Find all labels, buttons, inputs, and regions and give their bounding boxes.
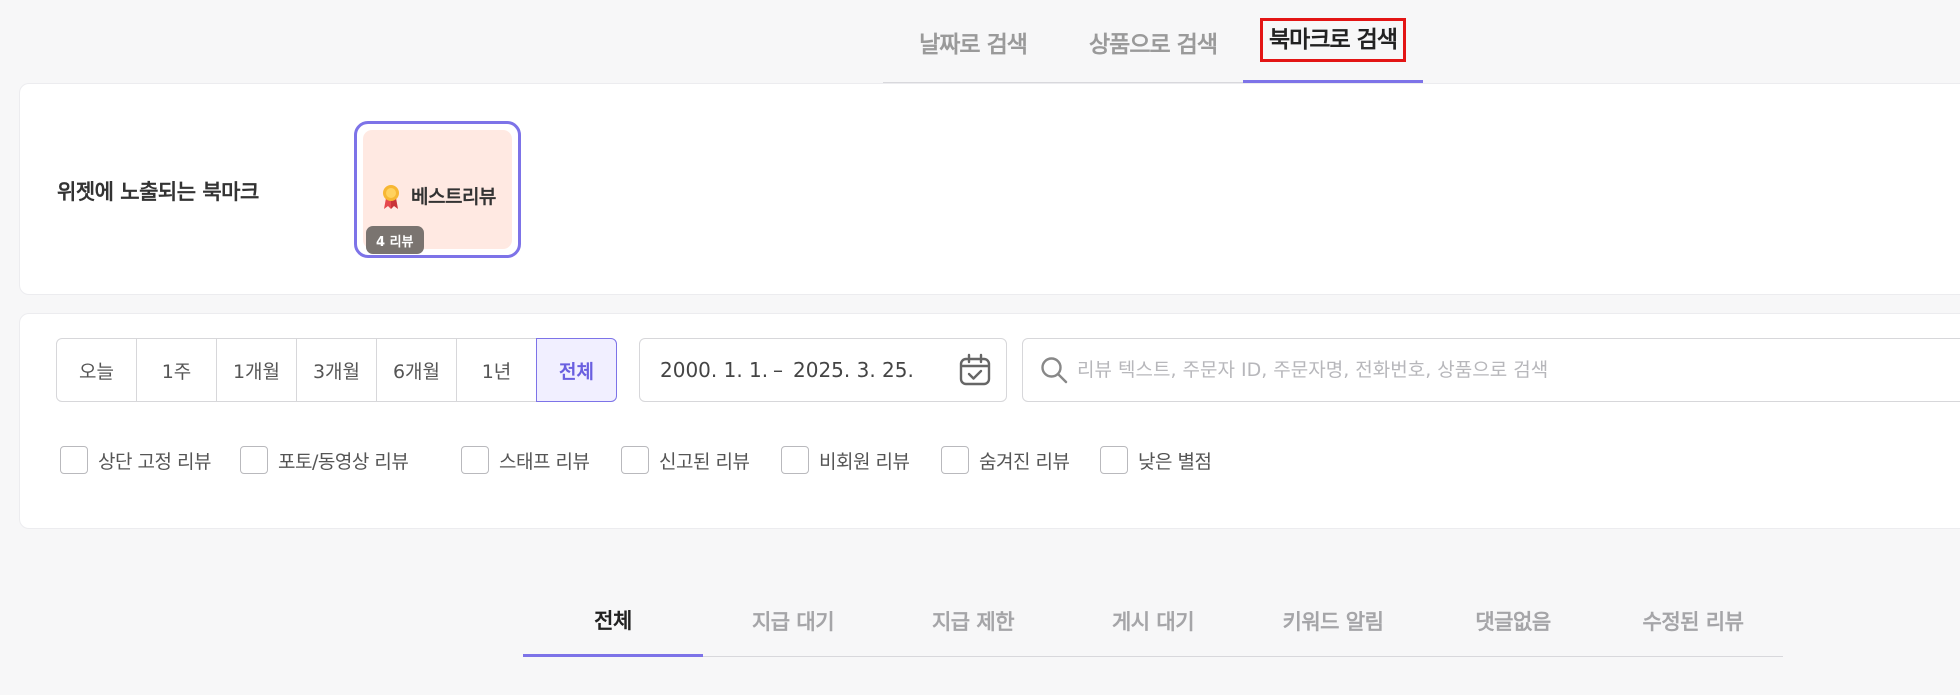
checkbox[interactable] [240,446,268,474]
checkbox[interactable] [781,446,809,474]
search-mode-tabs: 날짜로 검색 상품으로 검색 북마크로 검색 [883,0,1423,83]
checkbox-label: 상단 고정 리뷰 [98,450,211,473]
date-separator: – [773,358,783,382]
period-1month-button[interactable]: 1개월 [216,338,297,402]
checkbox-label: 비회원 리뷰 [819,450,910,473]
checkbox[interactable] [621,446,649,474]
period-3months-button[interactable]: 3개월 [296,338,377,402]
bookmark-section-label: 위젯에 노출되는 북마크 [57,180,259,204]
tab-posting-pending[interactable]: 게시 대기 [1063,585,1243,657]
checkbox[interactable] [941,446,969,474]
calendar-icon[interactable] [958,353,992,387]
filter-pinned-review[interactable]: 상단 고정 리뷰 [60,446,211,474]
tab-bookmark-search[interactable]: 북마크로 검색 [1243,0,1423,83]
tab-no-reply[interactable]: 댓글없음 [1423,585,1603,657]
date-range-picker[interactable]: 2000. 1. 1. – 2025. 3. 25. [639,338,1007,402]
medal-icon [383,185,399,209]
filter-hidden-review[interactable]: 숨겨진 리뷰 [941,446,1070,474]
tab-keyword-alert[interactable]: 키워드 알림 [1243,585,1423,657]
checkbox-label: 신고된 리뷰 [659,450,750,473]
filter-staff-review[interactable]: 스태프 리뷰 [461,446,590,474]
search-icon [1041,357,1068,384]
bookmark-chip-name: 베스트리뷰 [411,186,496,208]
checkbox-label: 포토/동영상 리뷰 [278,450,409,473]
period-1week-button[interactable]: 1주 [136,338,217,402]
filter-panel: 오늘 1주 1개월 3개월 6개월 1년 전체 2000. 1. 1. – 20… [19,313,1960,529]
checkbox-label: 숨겨진 리뷰 [979,450,1070,473]
filter-low-rating[interactable]: 낮은 별점 [1100,446,1212,474]
bookmark-chip-count: 4 리뷰 [366,226,424,254]
period-6months-button[interactable]: 6개월 [376,338,457,402]
tab-label: 상품으로 검색 [1089,31,1218,58]
tab-product-search[interactable]: 상품으로 검색 [1063,0,1243,83]
tab-edited-review[interactable]: 수정된 리뷰 [1603,585,1783,657]
bookmark-panel: 위젯에 노출되는 북마크 베스트리뷰 4 리뷰 [19,83,1960,295]
period-today-button[interactable]: 오늘 [56,338,137,402]
tab-payment-pending[interactable]: 지급 대기 [703,585,883,657]
tab-date-search[interactable]: 날짜로 검색 [883,0,1063,83]
checkbox[interactable] [1100,446,1128,474]
bookmark-chip-body: 베스트리뷰 4 리뷰 [363,130,512,254]
checkbox[interactable] [60,446,88,474]
bookmark-chip-best-review[interactable]: 베스트리뷰 4 리뷰 [354,121,521,258]
search-box [1022,338,1960,402]
date-start: 2000. 1. 1. [660,358,769,382]
checkbox[interactable] [461,446,489,474]
period-1year-button[interactable]: 1년 [456,338,537,402]
checkbox-label: 낮은 별점 [1138,450,1212,473]
filter-reported-review[interactable]: 신고된 리뷰 [621,446,750,474]
period-selector: 오늘 1주 1개월 3개월 6개월 1년 전체 [56,338,617,402]
tab-all[interactable]: 전체 [523,585,703,657]
search-input[interactable] [1077,349,1957,391]
tab-label: 북마크로 검색 [1260,18,1406,62]
date-end: 2025. 3. 25. [793,358,914,382]
tab-label: 날짜로 검색 [919,31,1028,58]
filter-photo-video-review[interactable]: 포토/동영상 리뷰 [240,446,409,474]
checkbox-label: 스태프 리뷰 [499,450,590,473]
tab-payment-restricted[interactable]: 지급 제한 [883,585,1063,657]
period-all-button[interactable]: 전체 [536,338,617,402]
review-status-tabs: 전체 지급 대기 지급 제한 게시 대기 키워드 알림 댓글없음 수정된 리뷰 [523,585,1783,657]
filter-guest-review[interactable]: 비회원 리뷰 [781,446,910,474]
